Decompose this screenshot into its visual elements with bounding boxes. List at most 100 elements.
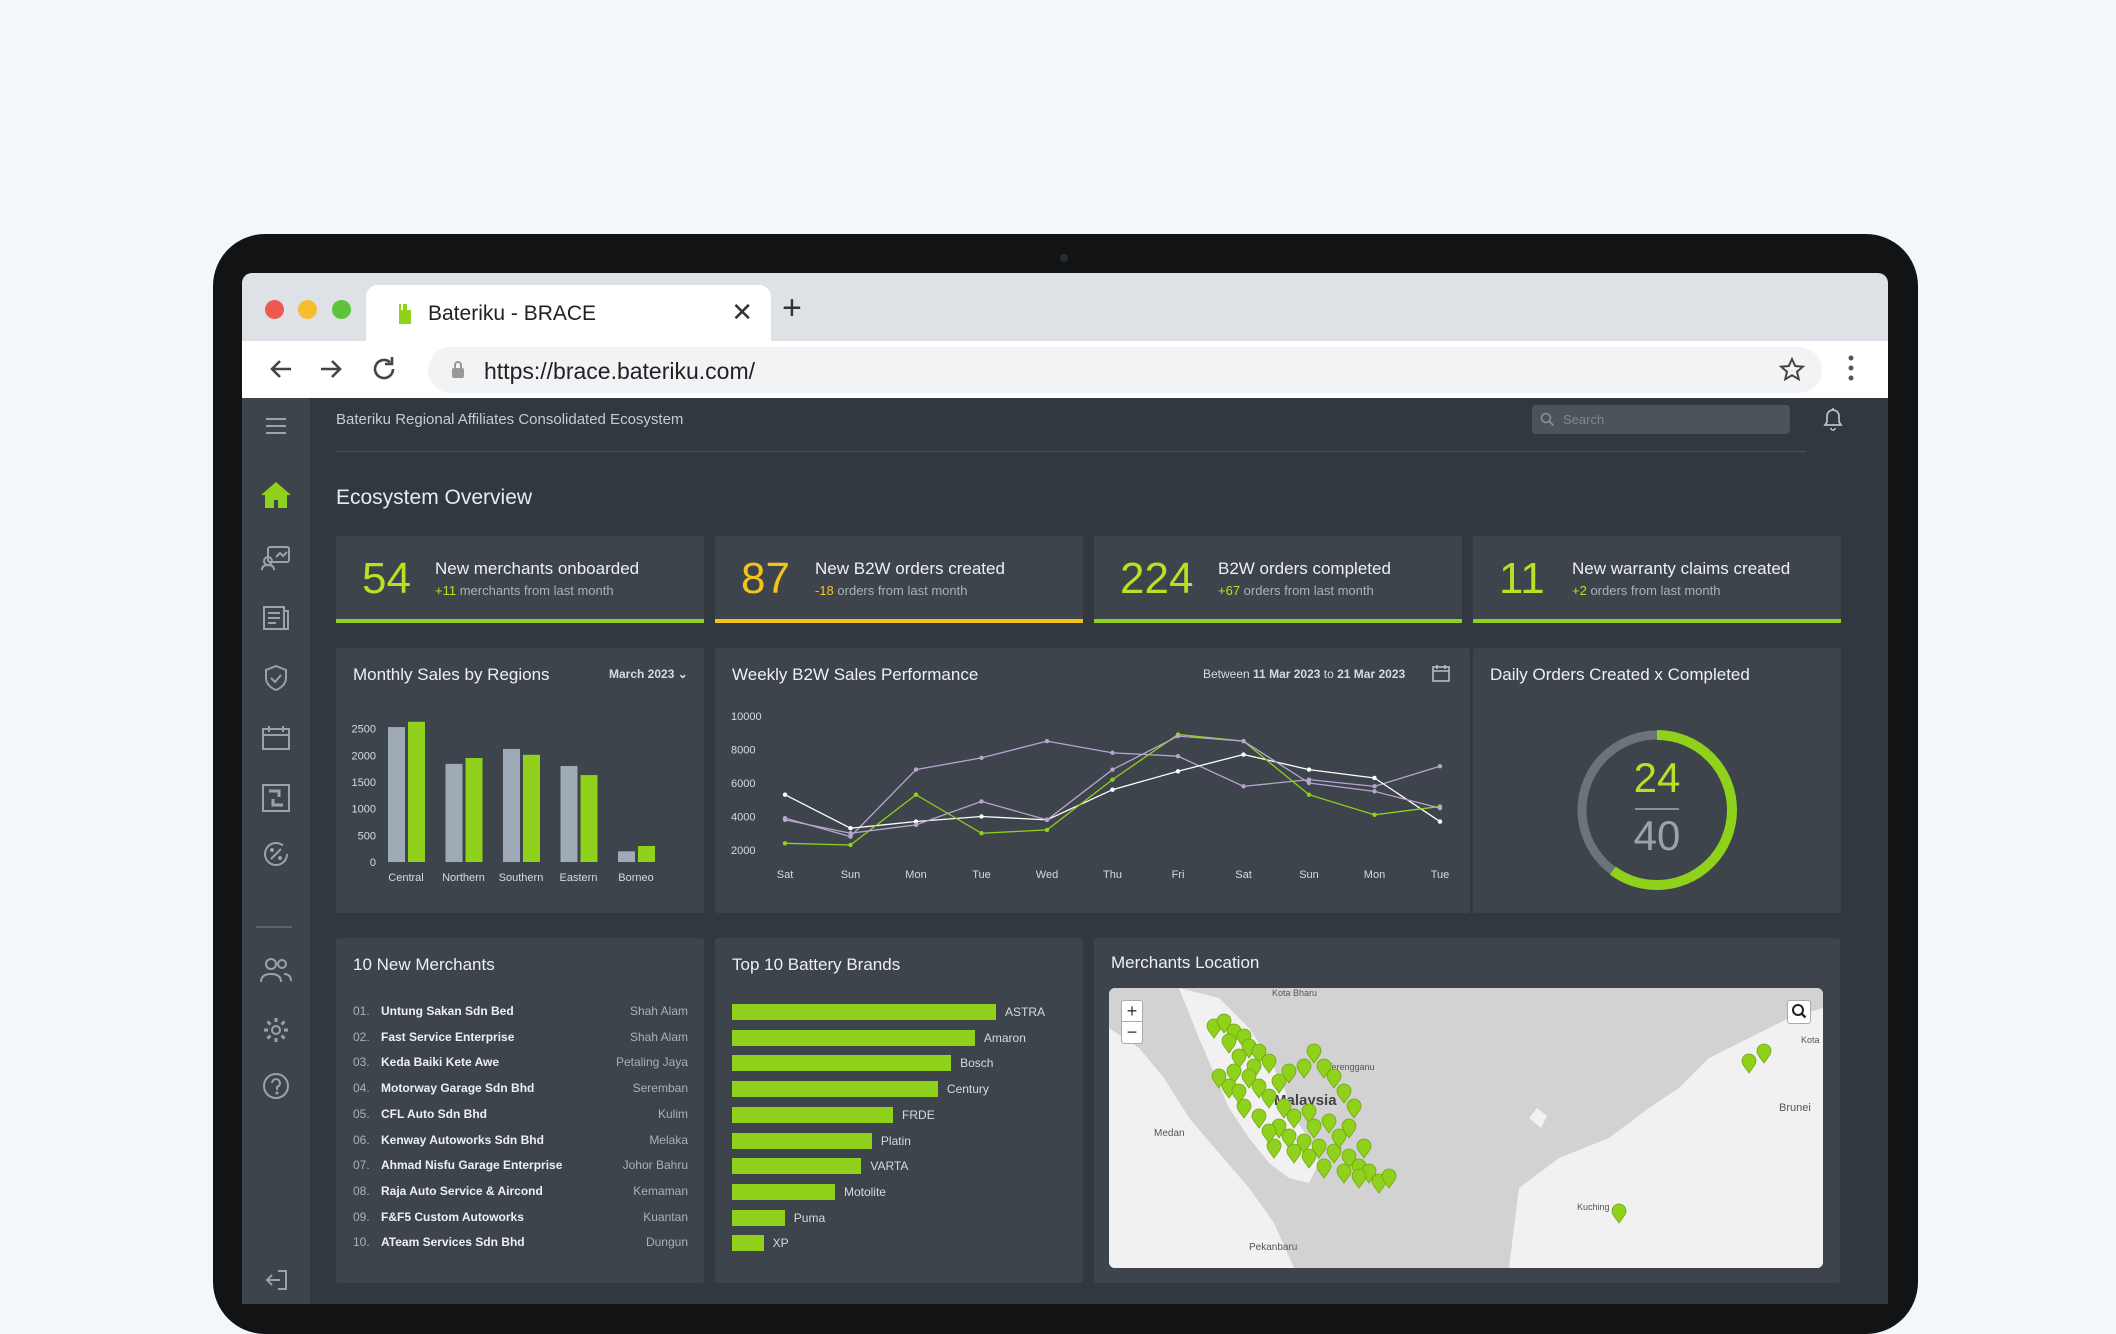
x-tick-label: Tue <box>972 869 991 881</box>
data-point <box>782 841 788 846</box>
forward-arrow-icon[interactable] <box>312 351 348 387</box>
back-arrow-icon[interactable] <box>264 351 300 387</box>
merchants-map[interactable]: Kota Bharu Terengganu Malaysia Medan Pek… <box>1109 988 1823 1268</box>
merchant-row[interactable]: 07. Ahmad Nisfu Garage Enterprise Johor Ba… <box>353 1158 688 1178</box>
close-window-button[interactable] <box>265 300 284 319</box>
kpi-card-b2w-completed: 224 B2W orders completed +67 orders from… <box>1094 536 1462 623</box>
merchant-row[interactable]: 01. Untung Sakan Sdn Bed Shah Alam <box>353 1004 688 1024</box>
period-dropdown[interactable]: March 2023 ⌄ <box>609 667 688 681</box>
data-point <box>1241 752 1246 757</box>
calendar-picker-icon[interactable] <box>1431 663 1451 683</box>
data-point <box>979 755 984 761</box>
users-icon[interactable] <box>256 950 296 990</box>
browser-tab[interactable]: Bateriku - BRACE ✕ <box>366 285 771 341</box>
merchant-row[interactable]: 10. ATeam Services Sdn Bhd Dungun <box>353 1235 688 1255</box>
merchant-row[interactable]: 04. Motorway Garage Sdn Bhd Seremban <box>353 1081 688 1101</box>
settings-icon[interactable] <box>256 1010 296 1050</box>
merchant-name: ATeam Services Sdn Bhd <box>381 1235 525 1250</box>
data-point <box>1175 769 1181 774</box>
merchant-row[interactable]: 03. Keda Baiki Kete Awe Petaling Jaya <box>353 1055 688 1075</box>
data-point <box>913 792 919 797</box>
browser-menu-icon[interactable] <box>1847 353 1855 383</box>
monthly-sales-card: Monthly Sales by Regions March 2023 ⌄ 0 5… <box>336 648 704 913</box>
y-tick-label: 0 <box>370 857 376 869</box>
brand-label: Platin <box>880 1133 911 1148</box>
merchants-icon[interactable] <box>256 538 296 578</box>
help-icon[interactable] <box>256 1066 296 1106</box>
merchant-name: Untung Sakan Sdn Bed <box>381 1004 514 1018</box>
zoom-in-button[interactable]: + <box>1122 1001 1142 1022</box>
map-search-button[interactable] <box>1787 1000 1811 1024</box>
card-title: Daily Orders Created x Completed <box>1490 665 1750 684</box>
merchant-row[interactable]: 06. Kenway Autoworks Sdn Bhd Melaka <box>353 1133 688 1153</box>
y-tick-label: 1500 <box>352 777 376 789</box>
merchant-location: Seremban <box>632 1081 688 1096</box>
map-label-kota: Kota <box>1801 1035 1820 1045</box>
kpi-card-merchants: 54 New merchants onboarded +11 merchants… <box>336 536 704 623</box>
map-canvas[interactable]: Kota Bharu Terengganu Malaysia Medan Pek… <box>1109 988 1823 1268</box>
menu-icon[interactable] <box>256 406 296 446</box>
data-point <box>1044 827 1050 833</box>
warranty-icon[interactable] <box>256 658 296 698</box>
merchant-index: 06. <box>353 1132 370 1147</box>
kpi-title: New B2W orders created <box>815 559 1005 578</box>
zoom-control[interactable]: + − <box>1121 1000 1143 1044</box>
close-tab-icon[interactable]: ✕ <box>731 297 753 327</box>
merchant-location: Melaka <box>649 1132 688 1147</box>
x-tick-label: Southern <box>499 872 544 884</box>
brand-bar <box>732 1055 952 1072</box>
merchant-name: Raja Auto Service & Aircond <box>381 1183 543 1198</box>
merchant-index: 05. <box>353 1106 370 1121</box>
data-point <box>1241 738 1246 744</box>
kpi-value: 224 <box>1120 554 1194 603</box>
merchant-index: 08. <box>353 1183 370 1198</box>
calendar-icon[interactable] <box>256 718 296 758</box>
brand-label: VARTA <box>870 1159 909 1174</box>
bookmark-star-icon[interactable] <box>1778 356 1806 384</box>
data-point <box>1306 780 1312 786</box>
x-tick-label: Central <box>388 872 423 884</box>
documents-icon[interactable] <box>256 598 296 638</box>
address-bar[interactable]: https://brace.bateriku.com/ <box>428 347 1822 393</box>
data-point <box>1372 784 1377 789</box>
x-tick-label: Sat <box>777 869 794 881</box>
data-point <box>1110 777 1115 782</box>
merchant-row[interactable]: 08. Raja Auto Service & Aircond Kemaman <box>353 1184 688 1204</box>
merchant-index: 10. <box>353 1235 370 1250</box>
exchange-icon[interactable] <box>256 778 296 818</box>
kpi-card-b2w-created: 87 New B2W orders created -18 orders fro… <box>715 536 1083 623</box>
zoom-out-button[interactable]: − <box>1122 1022 1142 1043</box>
merchant-row[interactable]: 02. Fast Service Enterprise Shah Alam <box>353 1030 688 1050</box>
new-tab-icon[interactable]: + <box>782 291 802 325</box>
data-point <box>782 817 788 823</box>
merchant-row[interactable]: 05. CFL Auto Sdn Bhd Kulim <box>353 1107 688 1127</box>
bar <box>445 763 463 862</box>
date-range[interactable]: Between 11 Mar 2023 to 21 Mar 2023 <box>1203 667 1405 681</box>
data-point <box>1110 750 1115 756</box>
y-tick-label: 2500 <box>352 724 376 736</box>
x-tick-label: Sat <box>1235 869 1252 881</box>
brand-label: Puma <box>793 1210 826 1225</box>
home-icon[interactable] <box>256 475 296 515</box>
data-point <box>848 826 853 831</box>
merchant-location: Kemaman <box>633 1183 688 1198</box>
merchant-location: Johor Bahru <box>622 1158 688 1173</box>
x-tick-label: Eastern <box>560 872 598 884</box>
maximize-window-button[interactable] <box>332 300 351 319</box>
daily-orders-donut <box>1577 730 1737 890</box>
new-merchants-card: 10 New Merchants 01. Untung Sakan Sdn Bed… <box>336 938 704 1283</box>
merchant-name: Ahmad Nisfu Garage Enterprise <box>381 1158 563 1173</box>
tab-title: Bateriku - BRACE <box>428 302 597 325</box>
merchant-row[interactable]: 09. F&F5 Custom Autoworks Kuantan <box>353 1210 688 1230</box>
notification-bell-icon[interactable] <box>1822 406 1844 432</box>
merchant-name: Motorway Garage Sdn Bhd <box>381 1081 535 1096</box>
brand-label: Century <box>946 1082 989 1097</box>
data-point <box>979 831 984 836</box>
daily-orders-card: Daily Orders Created x Completed 24 40 <box>1473 648 1841 913</box>
reload-icon[interactable] <box>366 351 402 387</box>
logout-icon[interactable] <box>256 1260 296 1300</box>
minimize-window-button[interactable] <box>298 300 317 319</box>
merchant-location: Petaling Jaya <box>615 1055 688 1070</box>
promotion-icon[interactable] <box>256 834 296 874</box>
search-input[interactable]: Search <box>1532 405 1790 434</box>
